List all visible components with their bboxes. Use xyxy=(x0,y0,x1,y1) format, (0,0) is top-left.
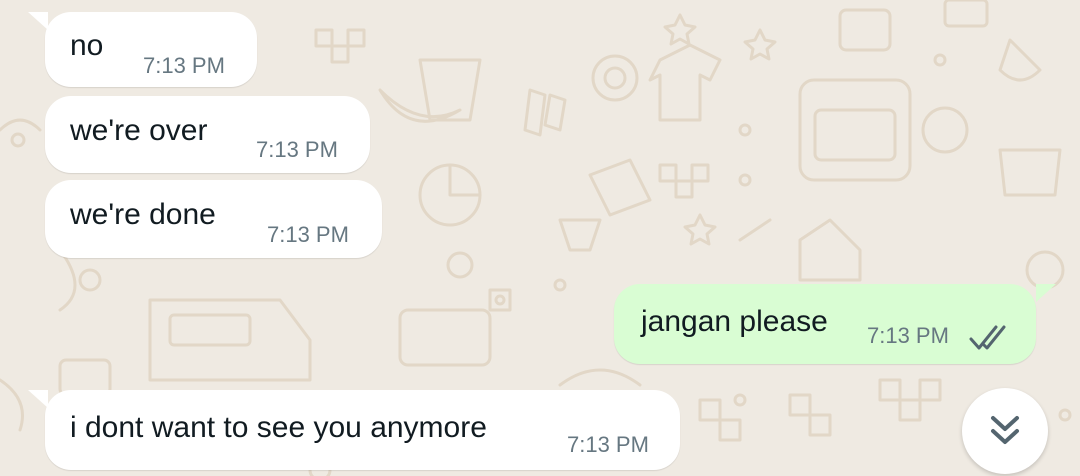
message-bubble-incoming[interactable]: we're over 7:13 PM xyxy=(45,96,370,173)
message-bubble-incoming[interactable]: no 7:13 PM xyxy=(45,12,257,87)
message-text: i dont want to see you anymore xyxy=(70,411,487,444)
scroll-to-bottom-button[interactable] xyxy=(962,388,1048,474)
message-timestamp: 7:13 PM xyxy=(867,323,949,348)
message-text: we're over xyxy=(70,114,208,147)
message-bubble-incoming[interactable]: i dont want to see you anymore 7:13 PM xyxy=(45,390,680,470)
message-timestamp: 7:13 PM xyxy=(256,137,338,162)
message-timestamp: 7:13 PM xyxy=(143,53,225,78)
message-bubble-incoming[interactable]: we're done 7:13 PM xyxy=(45,180,382,258)
double-tick-icon xyxy=(969,325,1006,350)
message-timestamp: 7:13 PM xyxy=(267,222,349,247)
bubble-tail xyxy=(1036,284,1056,302)
message-text: no xyxy=(70,29,104,62)
message-bubble-outgoing[interactable]: jangan please 7:13 PM xyxy=(614,284,1036,364)
double-chevron-down-icon xyxy=(991,416,1019,444)
bubble-tail xyxy=(28,390,48,408)
bubble-tail xyxy=(28,12,48,30)
message-text: we're done xyxy=(70,198,216,231)
message-timestamp: 7:13 PM xyxy=(567,432,649,457)
message-text: jangan please xyxy=(641,305,828,338)
